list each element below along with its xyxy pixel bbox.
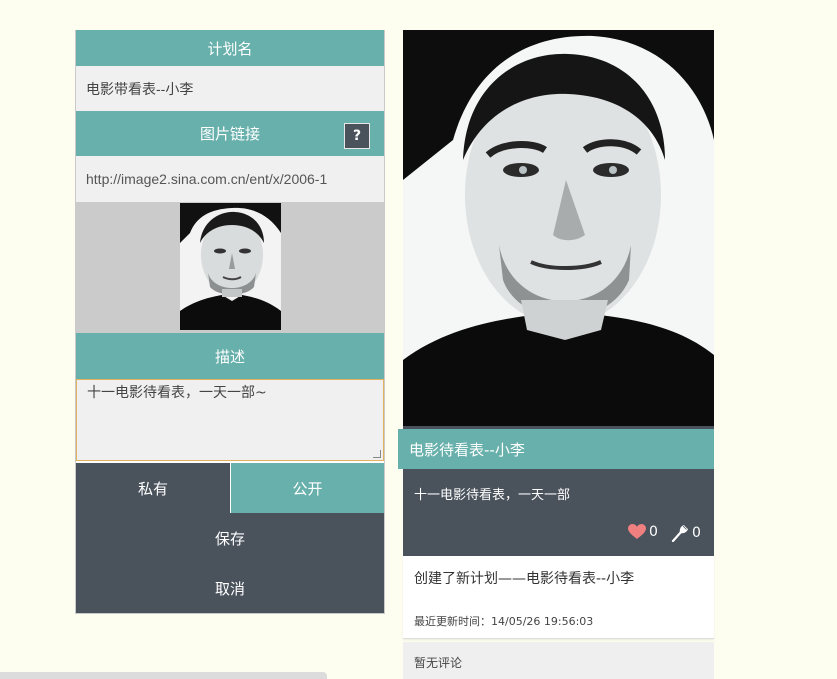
card-activity: 创建了新计划——电影待看表--小李 最近更新时间：14/05/26 19:56:… xyxy=(403,556,714,639)
portrait-thumbnail xyxy=(180,203,281,330)
comments-section: 暂无评论 xyxy=(403,642,714,679)
horizontal-scrollbar[interactable] xyxy=(0,672,327,679)
question-icon: ? xyxy=(352,128,362,144)
save-button[interactable]: 保存 xyxy=(76,513,384,563)
fork-counter[interactable]: 0 xyxy=(671,524,701,542)
card-title[interactable]: 电影待看表--小李 xyxy=(398,429,714,469)
private-toggle[interactable]: 私有 xyxy=(76,463,230,513)
no-comments-text: 暂无评论 xyxy=(414,656,463,670)
image-url-input[interactable] xyxy=(76,156,384,202)
like-counter[interactable]: 0 xyxy=(628,524,658,540)
plan-cover-image[interactable] xyxy=(403,30,714,426)
plan-form: 计划名 图片链接 ? 描述 十一电影待看表，一天一部~ 私有 公开 保存 取消 xyxy=(75,30,385,614)
last-updated: 最近更新时间：14/05/26 19:56:03 xyxy=(414,615,594,628)
description-header: 描述 xyxy=(76,333,384,379)
image-preview xyxy=(76,202,384,333)
description-text: 十一电影待看表，一天一部~ xyxy=(87,385,267,401)
card-description: 十一电影待看表，一天一部 xyxy=(414,488,571,503)
like-count: 0 xyxy=(649,524,658,540)
image-link-header: 图片链接 ? xyxy=(76,111,384,156)
activity-text: 创建了新计划——电影待看表--小李 xyxy=(414,571,635,587)
portrait-image xyxy=(403,30,714,426)
plan-name-header: 计划名 xyxy=(76,30,384,66)
description-textarea[interactable]: 十一电影待看表，一天一部~ xyxy=(76,379,384,461)
public-toggle[interactable]: 公开 xyxy=(231,463,384,513)
heart-icon xyxy=(628,524,646,539)
fork-count: 0 xyxy=(692,525,701,541)
plan-name-input[interactable] xyxy=(76,66,384,111)
fork-icon xyxy=(671,524,689,542)
image-link-header-label: 图片链接 xyxy=(199,125,260,143)
cancel-button[interactable]: 取消 xyxy=(76,563,384,613)
resize-grip-icon[interactable] xyxy=(373,450,381,458)
help-button[interactable]: ? xyxy=(344,123,370,149)
